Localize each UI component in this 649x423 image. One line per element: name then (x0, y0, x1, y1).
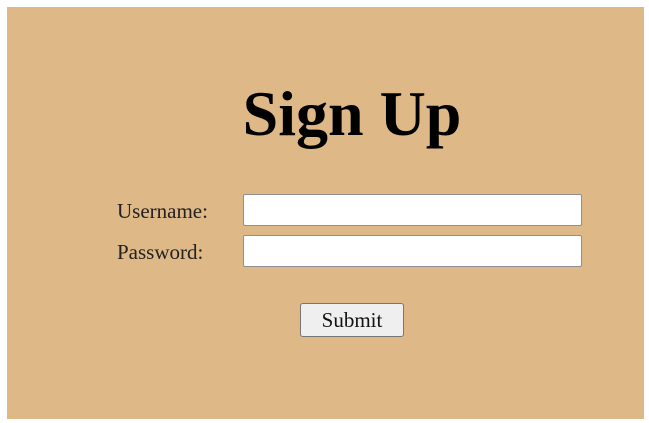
signup-panel: Sign Up Username: Password: Submit (7, 7, 644, 419)
username-input[interactable] (243, 194, 582, 226)
page-title: Sign Up (242, 78, 462, 149)
password-input[interactable] (243, 235, 582, 267)
username-row: Username: (7, 194, 644, 228)
password-row: Password: (7, 235, 644, 269)
username-label: Username: (117, 199, 208, 223)
password-label: Password: (117, 240, 204, 264)
submit-button[interactable]: Submit (300, 303, 404, 337)
